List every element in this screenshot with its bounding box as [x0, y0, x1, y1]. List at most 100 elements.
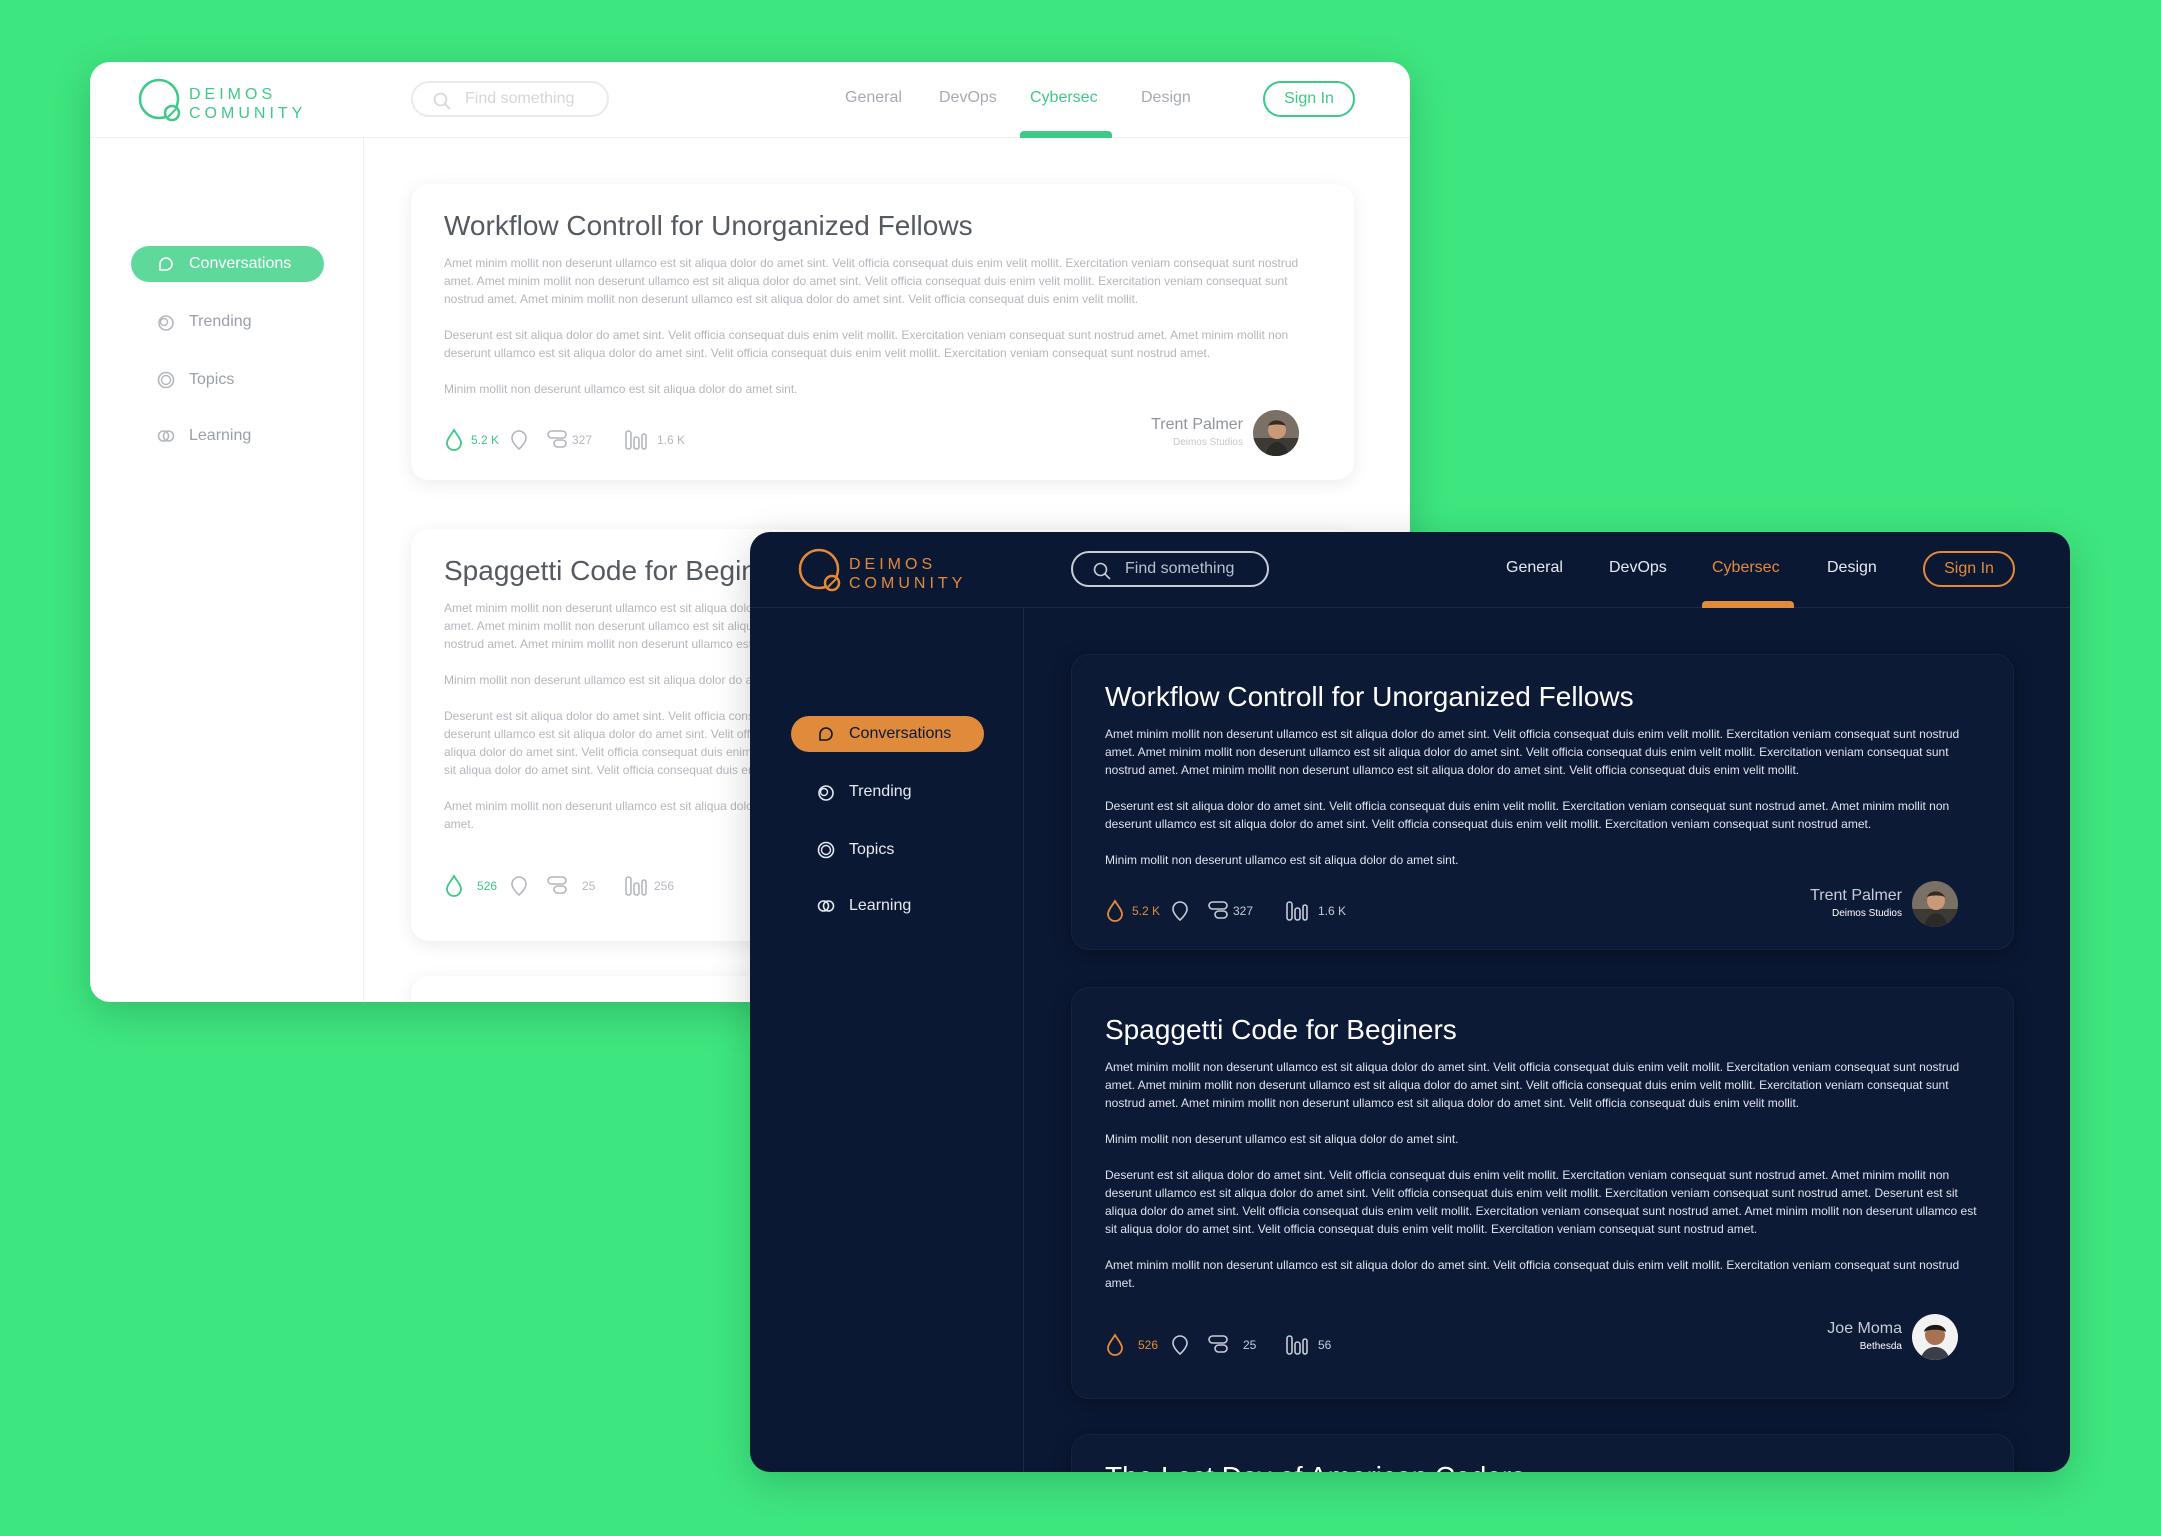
author-name: Trent Palmer — [1151, 416, 1243, 433]
post-paragraph: Deserunt est sit aliqua dolor do amet si… — [1105, 799, 1950, 831]
views-stat[interactable]: 56 — [1285, 1330, 1375, 1360]
sidebar-item-label: Conversations — [849, 725, 952, 742]
post-paragraph: Deserunt est sit aliqua dolor do amet si… — [444, 328, 1289, 360]
learning-icon — [157, 430, 175, 442]
like-stat[interactable]: 526 — [1105, 1330, 1195, 1360]
nav-cybersec[interactable]: Cybersec — [1712, 559, 1780, 577]
sidebar-item-label: Conversations — [189, 255, 292, 272]
post-paragraph: Amet minim mollit non deserunt ullamco e… — [1105, 727, 1960, 777]
bar-chart-icon — [625, 876, 647, 896]
post-card[interactable]: Spaggetti Code for Beginers Amet minim m… — [1071, 987, 2014, 1399]
sidebar: Conversations Trending Topics Learning — [90, 138, 364, 1002]
sidebar-item-topics[interactable]: Topics — [131, 362, 324, 398]
author-org: Deimos Studios — [1831, 908, 1902, 919]
nav-devops[interactable]: DevOps — [939, 89, 997, 107]
logo-text: DEIMOS COMUNITY — [189, 86, 307, 122]
avatar — [1912, 1314, 1958, 1360]
post-paragraph: Minim mollit non deserunt ullamco est si… — [1105, 853, 1459, 867]
feed: Workflow Controll for Unorganized Fellow… — [1024, 608, 2070, 1472]
comment-icon — [547, 876, 567, 894]
dark-theme-window: DEIMOS COMUNITY General DevOps Cybersec … — [750, 532, 2070, 1472]
views-count: 256 — [654, 879, 675, 893]
logo[interactable]: DEIMOS COMUNITY — [797, 546, 997, 596]
post-title[interactable]: Workflow Controll for Unorganized Fellow… — [1105, 681, 1634, 713]
comment-icon — [1208, 1335, 1228, 1353]
post-stats: 526 25 56 — [1105, 1330, 1505, 1360]
views-stat[interactable]: 256 — [624, 871, 714, 901]
post-card[interactable]: Workflow Controll for Unorganized Fellow… — [1071, 654, 2014, 950]
nav-general[interactable]: General — [845, 89, 902, 107]
location-pin-icon — [1172, 1335, 1188, 1356]
sign-in-button[interactable]: Sign In — [1263, 81, 1355, 117]
post-paragraph: Amet minim mollit non deserunt ullamco e… — [1105, 1258, 1960, 1290]
bar-chart-icon — [1286, 1335, 1308, 1355]
sidebar-item-learning[interactable]: Learning — [131, 418, 324, 454]
topics-icon — [157, 371, 175, 389]
active-nav-indicator — [1020, 131, 1112, 138]
sidebar-item-learning[interactable]: Learning — [791, 888, 984, 924]
post-author[interactable]: Joe Moma Bethesda — [1738, 1314, 1958, 1360]
comment-stat[interactable]: 25 — [1207, 1330, 1287, 1360]
post-stats: 5.2 K 327 1.6 K — [1105, 896, 1505, 926]
views-stat[interactable]: 1.6 K — [1285, 896, 1375, 926]
search-icon — [1093, 562, 1111, 580]
search-box[interactable] — [411, 81, 609, 117]
nav-design[interactable]: Design — [1827, 559, 1877, 577]
search-box[interactable] — [1071, 551, 1269, 587]
bar-chart-icon — [1286, 901, 1308, 921]
comment-count: 327 — [572, 433, 593, 447]
post-title[interactable]: The Last Day of American Coders — [1105, 1461, 1525, 1472]
like-stat[interactable]: 5.2 K — [1105, 896, 1195, 926]
topics-icon — [817, 841, 835, 859]
post-title[interactable]: Spaggetti Code for Beginers — [444, 555, 796, 587]
like-count: 5.2 K — [471, 433, 500, 447]
post-author[interactable]: Trent Palmer Deimos Studios — [1079, 410, 1299, 456]
top-bar: DEIMOS COMUNITY General DevOps Cybersec … — [90, 62, 1410, 138]
sidebar-item-conversations[interactable]: Conversations — [791, 716, 984, 752]
post-paragraph: Amet minim mollit non deserunt ullamco e… — [444, 256, 1299, 306]
location-pin-icon — [1172, 901, 1188, 922]
post-paragraph: Minim mollit non deserunt ullamco est si… — [1105, 1132, 1459, 1146]
active-nav-indicator — [1702, 601, 1794, 608]
author-name: Joe Moma — [1827, 1320, 1902, 1337]
post-card[interactable]: The Last Day of American Coders — [1071, 1434, 2014, 1472]
post-title[interactable]: Spaggetti Code for Beginers — [1105, 1014, 1457, 1046]
nav-devops[interactable]: DevOps — [1609, 559, 1667, 577]
comment-stat[interactable]: 327 — [546, 425, 626, 455]
views-count: 1.6 K — [657, 433, 686, 447]
sidebar-item-label: Trending — [189, 313, 252, 330]
sidebar-item-topics[interactable]: Topics — [791, 832, 984, 868]
trending-icon — [818, 785, 834, 801]
avatar — [1912, 881, 1958, 927]
search-input[interactable] — [465, 88, 605, 110]
sidebar-item-trending[interactable]: Trending — [791, 774, 984, 810]
sidebar-item-trending[interactable]: Trending — [131, 304, 324, 340]
post-card[interactable]: Workflow Controll for Unorganized Fellow… — [411, 184, 1354, 480]
post-title[interactable]: Workflow Controll for Unorganized Fellow… — [444, 210, 973, 242]
author-org: Deimos Studios — [1172, 437, 1243, 448]
search-input[interactable] — [1125, 558, 1265, 580]
learning-icon — [817, 900, 835, 912]
post-body: Amet minim mollit non deserunt ullamco e… — [1105, 1058, 1985, 1310]
nav-general[interactable]: General — [1506, 559, 1563, 577]
like-count: 526 — [477, 879, 498, 893]
sidebar-item-conversations[interactable]: Conversations — [131, 246, 324, 282]
comment-stat[interactable]: 327 — [1207, 896, 1287, 926]
sign-in-button[interactable]: Sign In — [1923, 551, 2015, 587]
post-paragraph: Deserunt est sit aliqua dolor do amet si… — [1105, 1168, 1977, 1236]
logo[interactable]: DEIMOS COMUNITY — [137, 76, 337, 126]
logo-mark-icon — [138, 78, 181, 122]
post-author[interactable]: Trent Palmer Deimos Studios — [1738, 881, 1958, 927]
like-stat[interactable]: 526 — [444, 871, 534, 901]
chat-bubble-icon — [819, 727, 833, 741]
nav-design[interactable]: Design — [1141, 89, 1191, 107]
location-pin-icon — [511, 876, 527, 897]
views-count: 1.6 K — [1318, 904, 1347, 918]
sidebar-item-label: Topics — [849, 841, 895, 858]
nav-cybersec[interactable]: Cybersec — [1030, 89, 1098, 107]
like-count: 5.2 K — [1132, 904, 1161, 918]
comment-stat[interactable]: 25 — [546, 871, 626, 901]
views-stat[interactable]: 1.6 K — [624, 425, 714, 455]
like-stat[interactable]: 5.2 K — [444, 425, 534, 455]
logo-text: DEIMOS COMUNITY — [849, 556, 967, 592]
